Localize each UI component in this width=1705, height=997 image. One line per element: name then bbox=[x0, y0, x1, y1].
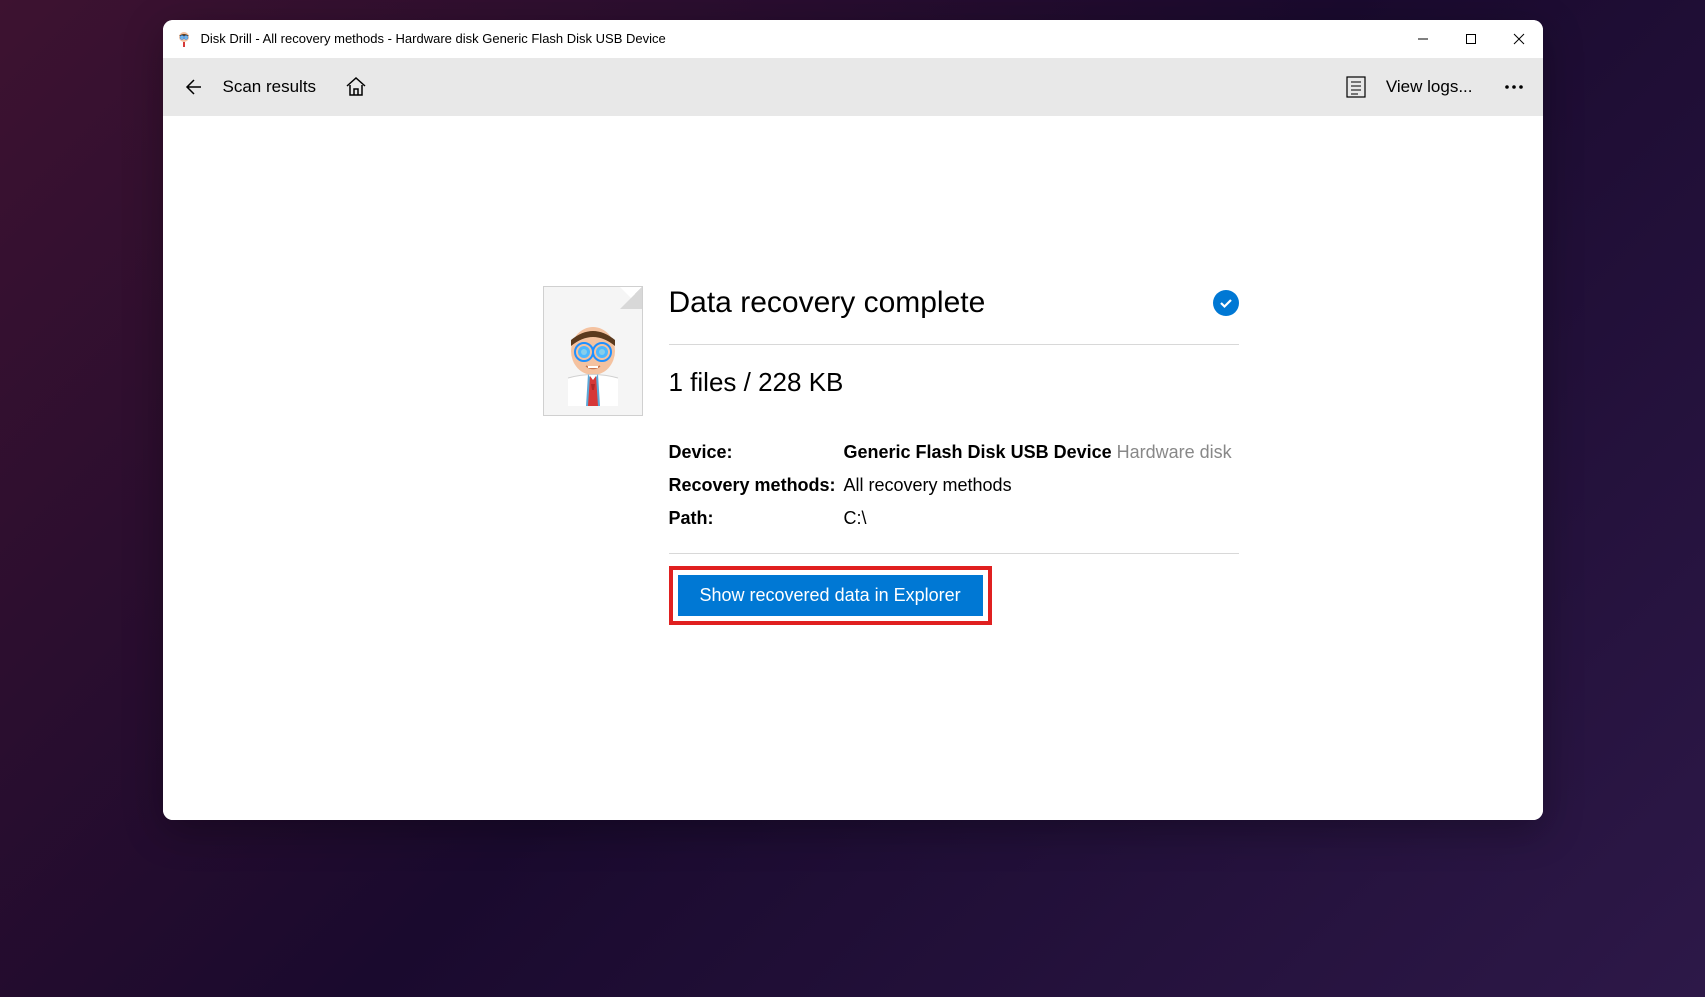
recovery-methods-value: All recovery methods bbox=[844, 475, 1239, 496]
app-icon bbox=[175, 30, 193, 48]
detail-row-methods: Recovery methods: All recovery methods bbox=[669, 469, 1239, 502]
close-button[interactable] bbox=[1495, 20, 1543, 57]
result-title: Data recovery complete bbox=[669, 286, 986, 320]
files-summary: 1 files / 228 KB bbox=[669, 345, 1239, 436]
maximize-button[interactable] bbox=[1447, 20, 1495, 57]
result-title-row: Data recovery complete bbox=[669, 286, 1239, 345]
toolbar-right: View logs... bbox=[1346, 76, 1525, 98]
minimize-button[interactable] bbox=[1399, 20, 1447, 57]
app-window: Disk Drill - All recovery methods - Hard… bbox=[163, 20, 1543, 820]
toolbar-left: Scan results bbox=[181, 75, 369, 99]
back-button[interactable] bbox=[181, 76, 203, 98]
detail-row-device: Device: Generic Flash Disk USB Device Ha… bbox=[669, 436, 1239, 469]
more-options-button[interactable] bbox=[1503, 76, 1525, 98]
window-controls bbox=[1399, 20, 1543, 57]
logs-icon bbox=[1346, 76, 1366, 98]
result-body: Data recovery complete 1 files / 228 KB … bbox=[669, 286, 1239, 820]
content-area: Data recovery complete 1 files / 228 KB … bbox=[163, 116, 1543, 820]
doctor-avatar-icon bbox=[558, 316, 628, 406]
home-button[interactable] bbox=[344, 75, 368, 99]
toolbar: Scan results View logs... bbox=[163, 58, 1543, 116]
recovery-methods-label: Recovery methods: bbox=[669, 475, 844, 496]
success-check-icon bbox=[1213, 290, 1239, 316]
detail-row-path: Path: C:\ bbox=[669, 502, 1239, 535]
window-title: Disk Drill - All recovery methods - Hard… bbox=[201, 31, 1399, 46]
scan-results-label[interactable]: Scan results bbox=[223, 77, 317, 97]
path-value: C:\ bbox=[844, 508, 1239, 529]
path-label: Path: bbox=[669, 508, 844, 529]
titlebar: Disk Drill - All recovery methods - Hard… bbox=[163, 20, 1543, 58]
device-label: Device: bbox=[669, 442, 844, 463]
highlighted-button-area: Show recovered data in Explorer bbox=[669, 566, 992, 625]
device-value: Generic Flash Disk USB Device Hardware d… bbox=[844, 442, 1239, 463]
result-file-icon bbox=[543, 286, 643, 416]
details-table: Device: Generic Flash Disk USB Device Ha… bbox=[669, 436, 1239, 554]
show-in-explorer-button[interactable]: Show recovered data in Explorer bbox=[678, 575, 983, 616]
view-logs-button[interactable]: View logs... bbox=[1386, 77, 1473, 97]
